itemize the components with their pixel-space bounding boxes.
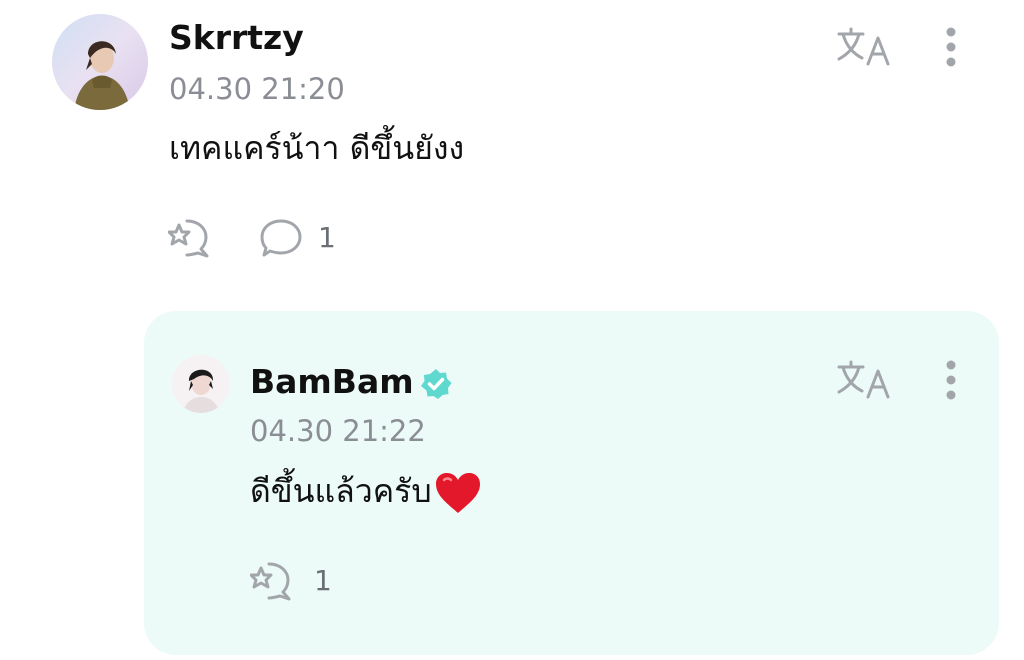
cheer-icon[interactable]: [168, 218, 216, 260]
reply-icon[interactable]: [260, 218, 304, 260]
comment-text: เทคแคร์น้าา ดีขึ้นยังง: [169, 129, 465, 167]
translate-icon[interactable]: [836, 26, 892, 66]
reply-count: 1: [318, 221, 336, 254]
timestamp: 04.30 21:22: [250, 414, 426, 448]
comment: Skrrtzy 04.30 21:20 เทคแคร์น้าา ดีขึ้นยั…: [0, 0, 1024, 300]
translate-icon[interactable]: [836, 359, 892, 399]
more-icon[interactable]: [944, 26, 958, 68]
verified-badge-icon: [420, 368, 452, 399]
reply-text-content: ดีขึ้นแล้วครับ: [250, 472, 432, 510]
avatar[interactable]: [172, 355, 230, 413]
timestamp: 04.30 21:20: [169, 72, 345, 106]
more-icon[interactable]: [944, 359, 958, 401]
avatar[interactable]: [52, 14, 148, 110]
cheer-icon[interactable]: [250, 561, 298, 603]
reply-card: BamBam 04.30 21:22 ดีขึ้นแล้วครับ 1: [144, 311, 999, 655]
heart-emoji-icon: [435, 473, 480, 513]
username[interactable]: BamBam: [250, 361, 452, 403]
reply-text: ดีขึ้นแล้วครับ: [250, 467, 482, 515]
cheer-count: 1: [314, 564, 332, 597]
username-text[interactable]: BamBam: [250, 362, 414, 401]
username[interactable]: Skrrtzy: [169, 18, 304, 58]
